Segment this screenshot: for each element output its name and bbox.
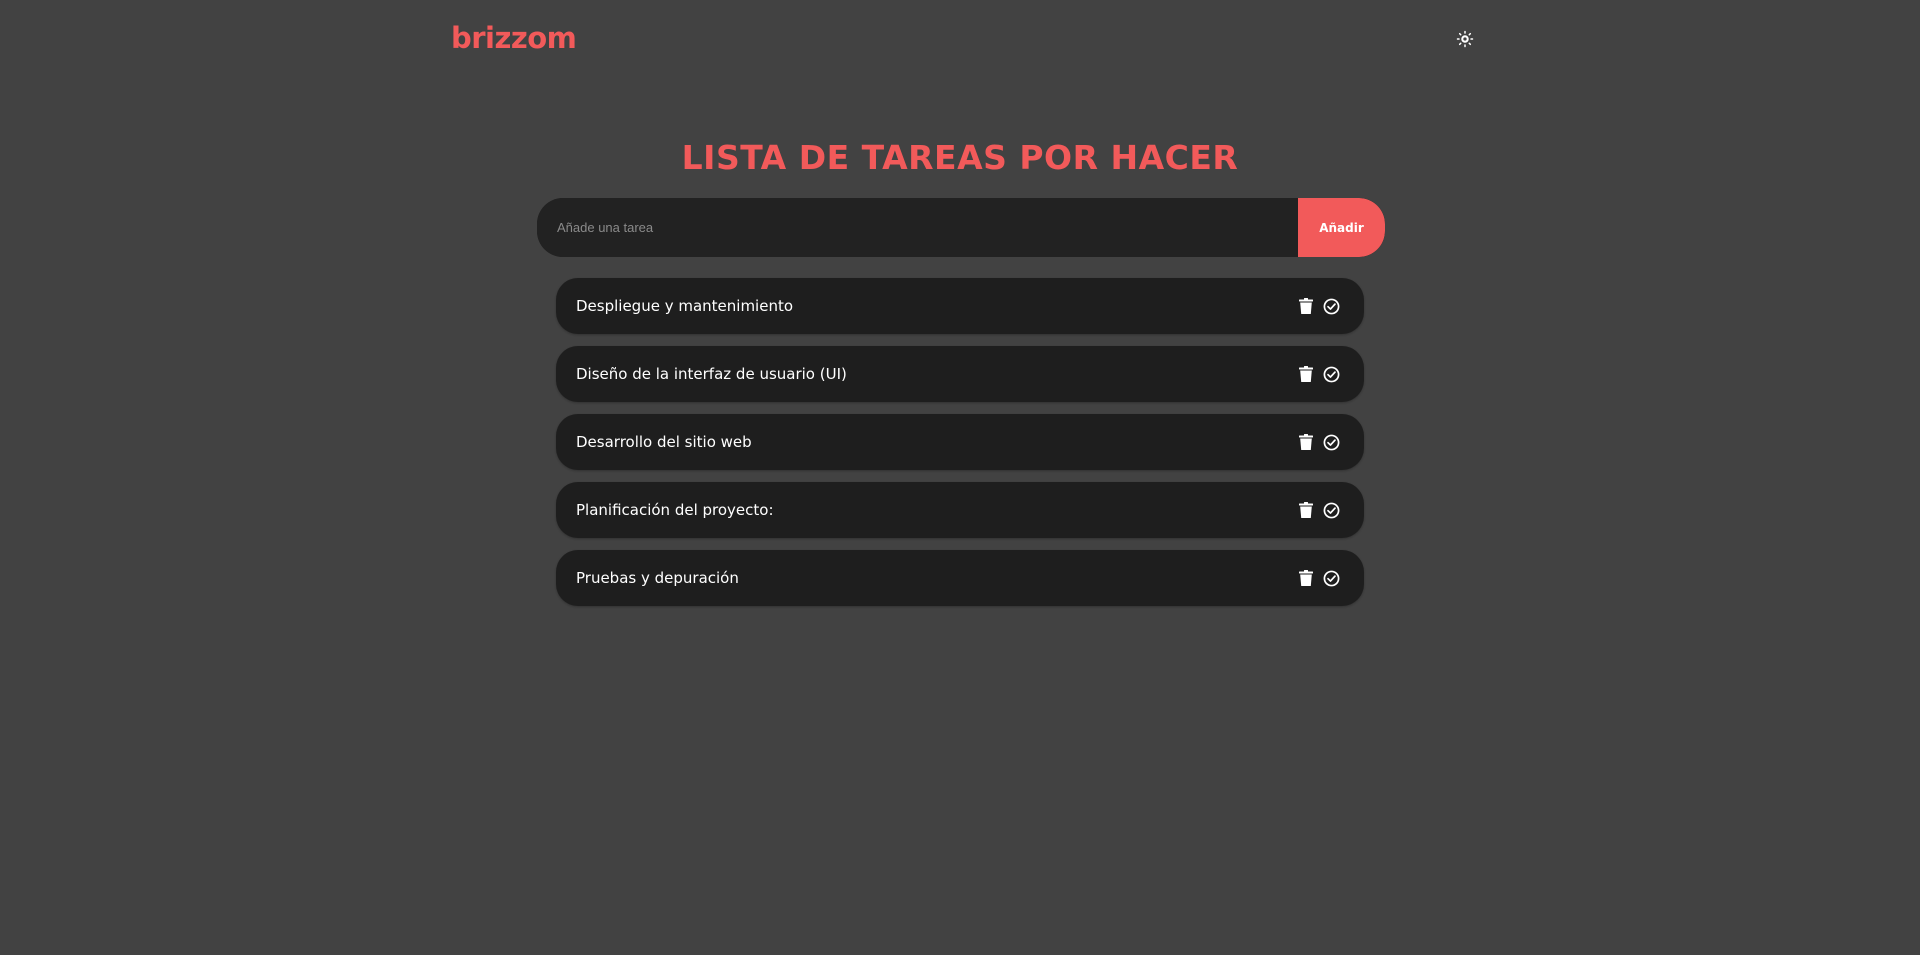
- task-item: Despliegue y mantenimiento: [556, 278, 1364, 334]
- task-item: Pruebas y depuración: [556, 550, 1364, 606]
- delete-task-button[interactable]: [1297, 433, 1314, 451]
- check-circle-icon: [1323, 570, 1340, 586]
- add-task-button[interactable]: Añadir: [1298, 198, 1385, 257]
- app-header: brizzom: [0, 0, 1920, 80]
- delete-task-button[interactable]: [1297, 365, 1314, 383]
- theme-toggle-button[interactable]: [1453, 27, 1477, 51]
- trash-icon: [1298, 570, 1313, 586]
- complete-task-button[interactable]: [1323, 365, 1340, 383]
- check-circle-icon: [1323, 434, 1340, 450]
- page-title: LISTA DE TAREAS POR HACER: [681, 138, 1239, 177]
- delete-task-button[interactable]: [1297, 297, 1314, 315]
- brand-logo[interactable]: brizzom: [451, 18, 577, 58]
- task-actions: [1297, 501, 1340, 519]
- complete-task-button[interactable]: [1323, 501, 1340, 519]
- complete-task-button[interactable]: [1323, 433, 1340, 451]
- task-input[interactable]: [537, 198, 1298, 257]
- complete-task-button[interactable]: [1323, 569, 1340, 587]
- trash-icon: [1298, 298, 1313, 314]
- add-task-form: Añadir: [537, 198, 1385, 257]
- task-text: Diseño de la interfaz de usuario (UI): [576, 365, 847, 383]
- task-list: Despliegue y mantenimiento Diseño de la …: [556, 278, 1364, 618]
- trash-icon: [1298, 366, 1313, 382]
- check-circle-icon: [1323, 502, 1340, 518]
- complete-task-button[interactable]: [1323, 297, 1340, 315]
- task-text: Pruebas y depuración: [576, 569, 739, 587]
- delete-task-button[interactable]: [1297, 501, 1314, 519]
- task-text: Despliegue y mantenimiento: [576, 297, 794, 315]
- task-item: Planificación del proyecto:: [556, 482, 1364, 538]
- trash-icon: [1298, 502, 1313, 518]
- task-actions: [1297, 365, 1340, 383]
- delete-task-button[interactable]: [1297, 569, 1314, 587]
- sun-icon: [1456, 30, 1474, 48]
- task-text: Desarrollo del sitio web: [576, 433, 752, 451]
- task-text: Planificación del proyecto:: [576, 501, 774, 519]
- check-circle-icon: [1323, 298, 1340, 314]
- task-actions: [1297, 569, 1340, 587]
- trash-icon: [1298, 434, 1313, 450]
- task-actions: [1297, 433, 1340, 451]
- task-item: Diseño de la interfaz de usuario (UI): [556, 346, 1364, 402]
- task-actions: [1297, 297, 1340, 315]
- check-circle-icon: [1323, 366, 1340, 382]
- task-item: Desarrollo del sitio web: [556, 414, 1364, 470]
